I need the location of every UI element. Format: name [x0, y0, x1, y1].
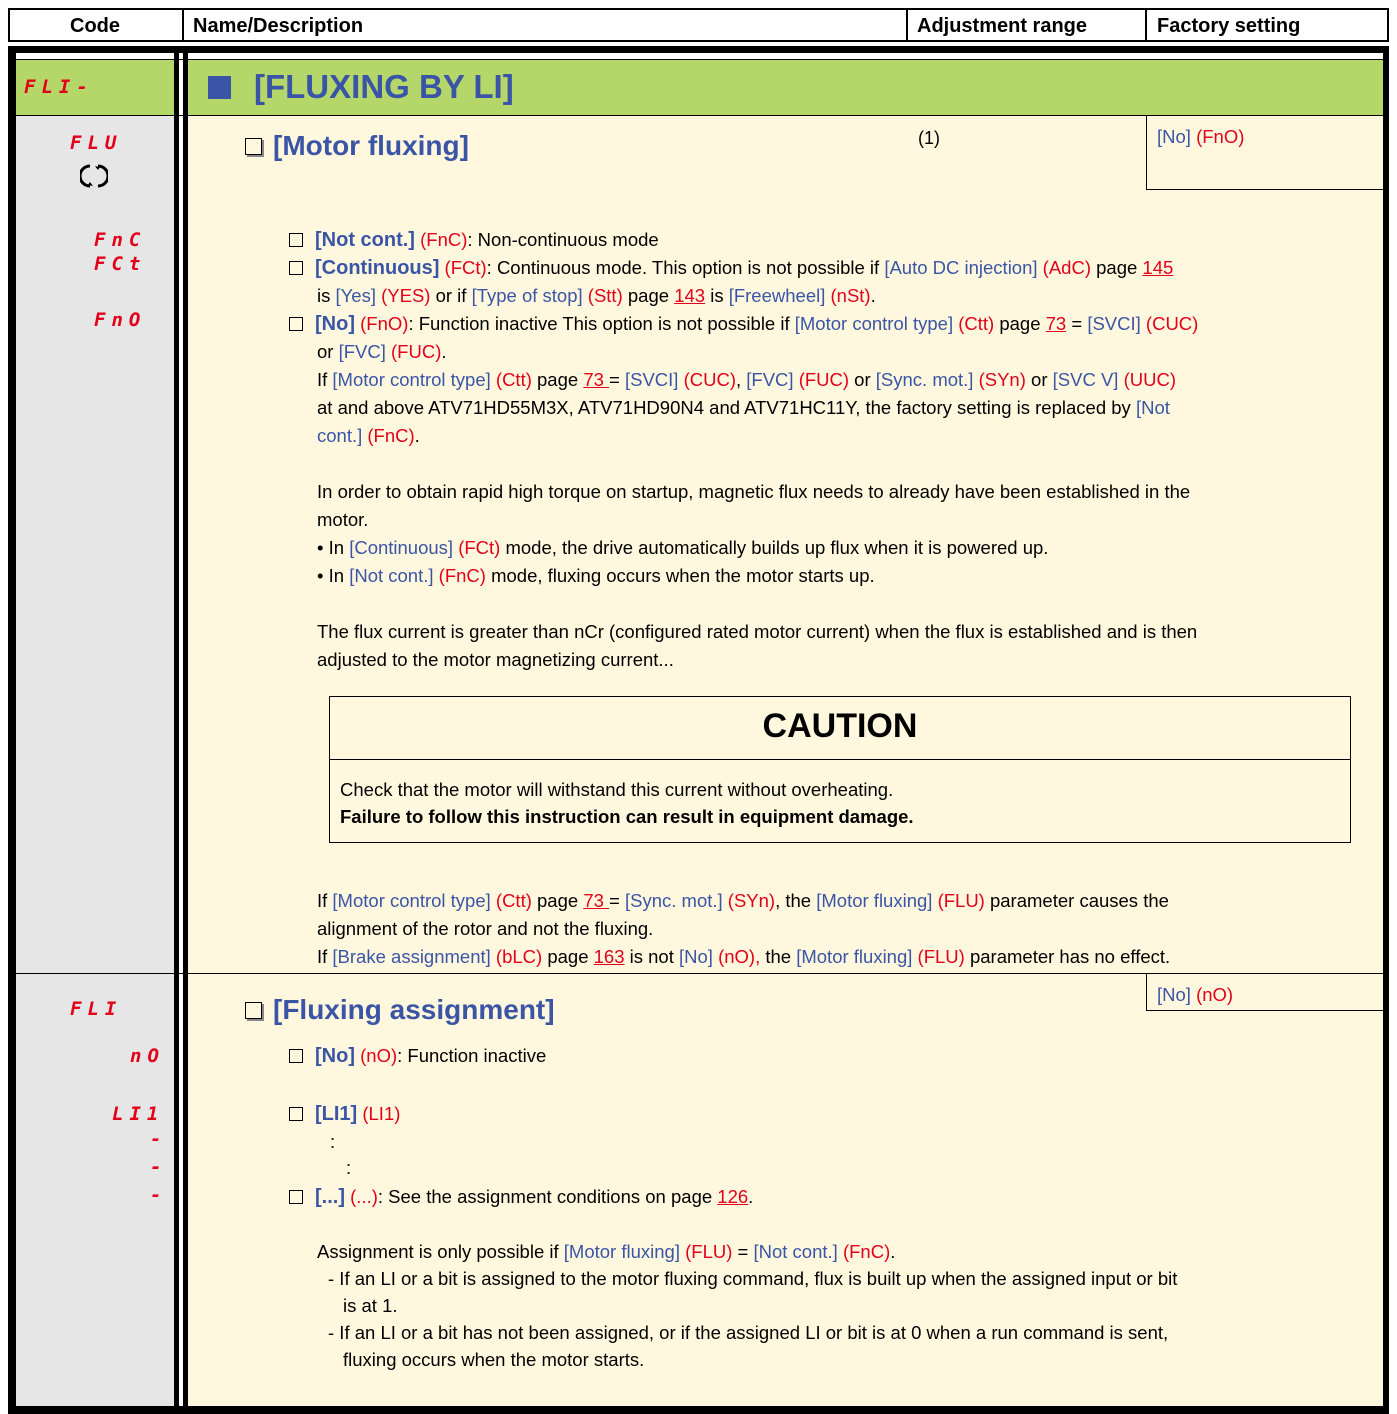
ellipsis-dots: :	[330, 1131, 336, 1152]
flu-default: [No] (FnO)	[1157, 126, 1245, 147]
checkbox-icon	[245, 1002, 262, 1019]
header-code: Code	[70, 15, 120, 37]
flu-title: [Motor fluxing]	[273, 130, 469, 161]
text-line: cont.] (FnC).	[317, 425, 420, 446]
fli-title: [Fluxing assignment]	[273, 994, 555, 1025]
fli-opt-code: LI1	[112, 1103, 165, 1125]
flu-option-not-cont: [Not cont.] (FnC): Non-continuous mode	[289, 228, 659, 252]
fli-option-no: [No] (nO): Function inactive	[289, 1044, 546, 1068]
paragraph-line: If [Brake assignment] (bLC) page 163 is …	[317, 946, 1171, 967]
checkbox-icon	[245, 138, 262, 155]
header-range: Adjustment range	[917, 15, 1088, 37]
fli-opt-code: -	[150, 1184, 168, 1206]
header-name: Name/Description	[193, 15, 364, 37]
flu-opt-code: FnO	[94, 309, 147, 331]
bullet-item: • In [Not cont.] (FnC) mode, fluxing occ…	[317, 565, 875, 586]
flu-note: (1)	[918, 128, 940, 148]
fli-opt-code: -	[150, 1128, 168, 1150]
fli-code: FLI	[70, 998, 123, 1020]
text-line: at and above ATV71HD55M3X, ATV71HD90N4 a…	[317, 397, 1170, 418]
menu-square-icon	[208, 76, 231, 99]
dash-item: - If an LI or a bit is assigned to the m…	[328, 1268, 1178, 1289]
header-factory: Factory setting	[1157, 15, 1301, 37]
dash-item: - If an LI or a bit has not been assigne…	[328, 1322, 1169, 1343]
paragraph-line: alignment of the rotor and not the fluxi…	[317, 918, 654, 939]
paragraph-line: motor.	[317, 509, 369, 530]
text-line: is [Yes] (YES) or if [Type of stop] (Stt…	[317, 285, 876, 306]
bullet-item: • In [Continuous] (FCt) mode, the drive …	[317, 537, 1049, 558]
text-line: or [FVC] (FUC).	[317, 341, 447, 362]
caution-warning: Failure to follow this instruction can r…	[340, 806, 914, 827]
paragraph-line: If [Motor control type] (Ctt) page 73 = …	[317, 890, 1169, 911]
fli-default: [No] (nO)	[1157, 984, 1234, 1005]
flu-option-no: [No] (FnO): Function inactive This optio…	[289, 312, 1198, 336]
text-line: If [Motor control type] (Ctt) page 73 = …	[317, 369, 1176, 390]
paragraph-line: adjusted to the motor magnetizing curren…	[317, 649, 674, 670]
fli-opt-code: -	[150, 1156, 168, 1178]
fli-option-more: [...] (...): See the assignment conditio…	[289, 1185, 753, 1209]
fli-opt-code: nO	[130, 1045, 165, 1067]
paragraph-line: The flux current is greater than nCr (co…	[317, 621, 1198, 642]
paragraph-line: Assignment is only possible if [Motor fl…	[317, 1241, 896, 1262]
flu-opt-code: FnC	[94, 229, 147, 251]
caution-title: CAUTION	[762, 707, 918, 745]
dash-item: fluxing occurs when the motor starts.	[343, 1349, 645, 1370]
flu-code: FLU	[70, 132, 123, 154]
menu-code: FLI-	[24, 76, 94, 98]
reload-icon	[78, 162, 110, 190]
fli-option-li1: [LI1] (LI1)	[289, 1102, 400, 1126]
flu-option-continuous: [Continuous] (FCt): Continuous mode. Thi…	[289, 256, 1173, 280]
caution-text: Check that the motor will withstand this…	[340, 779, 894, 800]
dash-item: is at 1.	[343, 1295, 398, 1316]
menu-title: [FLUXING BY LI]	[254, 68, 514, 105]
ellipsis-dots: :	[346, 1157, 352, 1178]
flu-opt-code: FCt	[94, 253, 147, 275]
paragraph-line: In order to obtain rapid high torque on …	[317, 481, 1191, 502]
